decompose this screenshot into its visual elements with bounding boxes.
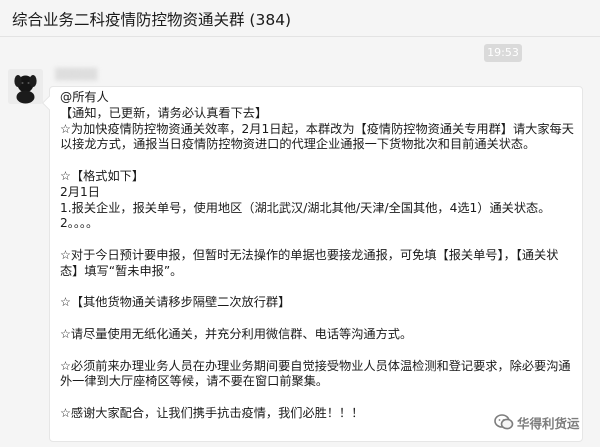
timestamp-badge: 19:53 (484, 44, 522, 62)
message-line: ☆对于今日预计要申报，但暂时无法操作的单据也要接龙通报，可免填【报关单号】，【通… (60, 247, 559, 262)
watermark: 华得利货运 (494, 412, 580, 432)
message-line: ☆【格式如下】 (60, 168, 145, 183)
message-line: ☆请尽量使用无纸化通关，并充分利用微信群、电话等沟通方式。 (60, 326, 413, 341)
message-line: ☆为加快疫情防控物资通关效率，2月1日起，本群改为【疫情防控物资通关专用群】请大… (60, 121, 574, 136)
message-line: 【通知，已更新，请务必认真看下去】 (60, 105, 268, 120)
message-text[interactable]: @所有人 【通知，已更新，请务必认真看下去】 ☆为加快疫情防控物资通关效率，2月… (60, 90, 580, 422)
message-line: 2月1日 (60, 184, 100, 199)
avatar-dog-icon (8, 69, 43, 104)
message-line: 2。。。。 (60, 216, 99, 231)
wechat-channel-icon (494, 414, 514, 430)
message-line: ☆必须前来办理业务人员在办理业务期间要自觉接受物业人员体温检测和登记要求，除必要… (60, 358, 571, 373)
chat-title: 综合业务二科疫情防控物资通关群 (384) (12, 11, 292, 29)
message-line: ☆【其他货物通关请移步隔壁二次放行群】 (60, 295, 291, 310)
message-line: 以接龙方式，通报当日疫情防控物资进口的代理企业通报一下货物批次和目前通关状态。 (60, 137, 536, 152)
sender-name: ▒▒▒▒▒ (55, 68, 98, 81)
title-bar: 综合业务二科疫情防控物资通关群 (384) (0, 0, 600, 37)
message-line: @所有人 (60, 90, 109, 104)
watermark-text: 华得利货运 (517, 415, 580, 431)
avatar[interactable] (8, 69, 43, 104)
message-line: 1.报关企业，报关单号，使用地区（湖北武汉/湖北其他/天津/全国其他，4选1）通… (60, 200, 551, 215)
message-line: 态】填写“暂未申报”。 (60, 263, 183, 278)
message-line: 外一律到大厅座椅区等候，请不要在窗口前聚集。 (60, 374, 329, 389)
